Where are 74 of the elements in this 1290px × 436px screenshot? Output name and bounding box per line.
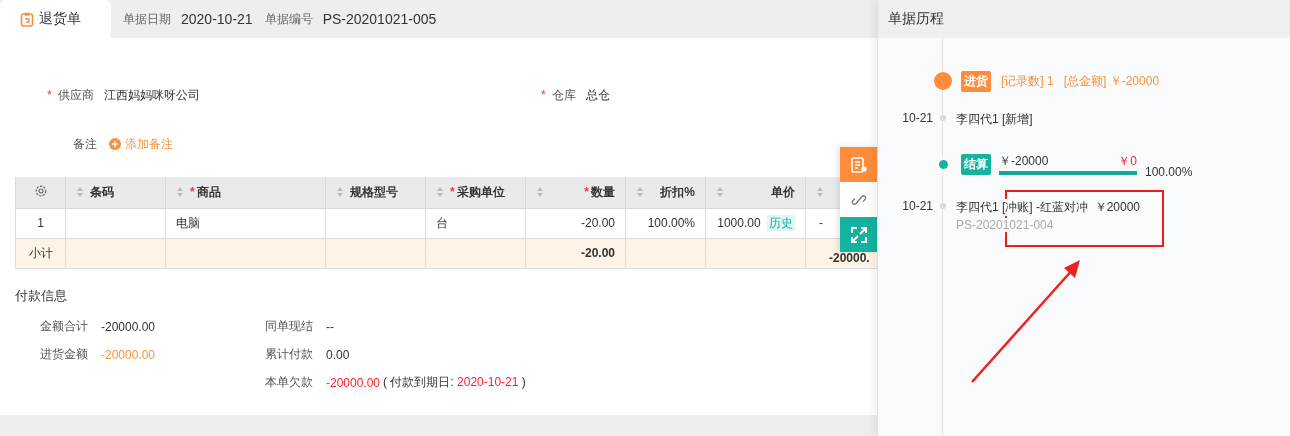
subtotal-cell: -20.00 [580, 246, 615, 260]
history-tag[interactable]: 历史 [767, 214, 795, 231]
column-label: 条码 [90, 183, 114, 201]
settlement-tag: 结算 [961, 153, 991, 175]
sort-icon[interactable] [536, 186, 544, 199]
plus-icon [109, 138, 121, 150]
column-label: 单价 [771, 183, 795, 201]
supplier-label: 供应商 [57, 86, 94, 104]
remaining-amount: ￥0 [1118, 153, 1137, 170]
entry-date: 10-21 [901, 199, 933, 213]
remark-label: 备注 [73, 135, 97, 153]
section-title: 付款信息 [15, 286, 68, 305]
expand-button[interactable] [840, 217, 877, 252]
sort-icon[interactable] [636, 186, 644, 199]
panel-header: 单据历程 [878, 0, 1290, 38]
required-mark: * [47, 88, 52, 102]
subtotal-cell: 小计 [28, 245, 53, 260]
supplier-value: 江西妈妈咪呀公司 [103, 86, 200, 104]
table-cell: 1 [37, 216, 44, 230]
payment-value: -20000.00 [326, 375, 381, 390]
timeline-dot [938, 159, 948, 169]
field-value: PS-20201021-005 [322, 11, 437, 27]
sort-icon[interactable] [816, 186, 824, 199]
payment-label: 金额合计 [40, 318, 88, 335]
add-remark-link[interactable]: 添加备注 [109, 135, 173, 153]
subtotal-cell: -20000. [829, 250, 870, 265]
field-value: 2020-10-21 [181, 11, 253, 27]
payment-label: 本单欠款 [265, 374, 313, 391]
sort-icon[interactable] [76, 186, 84, 199]
record-count: [记录数] 1 [1001, 72, 1054, 90]
table-cell: 台 [436, 215, 448, 230]
entry-text: 李四代1 [新增] [956, 111, 1033, 128]
entry-date: 10-21 [901, 111, 933, 125]
sort-icon[interactable] [176, 186, 184, 199]
payment-value: -20000.00 [101, 347, 156, 362]
clipboard-icon [20, 11, 34, 27]
sort-icon[interactable] [436, 186, 444, 199]
settings-icon[interactable] [33, 183, 48, 198]
sort-icon[interactable] [716, 186, 724, 199]
link-button[interactable] [840, 182, 877, 217]
column-label: 折扣% [660, 183, 695, 201]
due-date-note: ( 付款到期日: 2020-10-21 ) [383, 374, 526, 391]
document-tab[interactable]: 退货单 [0, 0, 111, 38]
table-cell: -20.00 [580, 216, 615, 230]
table-cell: 电脑 [176, 215, 200, 230]
timeline-dot [934, 72, 952, 90]
payment-label: 进货金额 [40, 346, 88, 363]
warehouse-label: 仓库 [551, 86, 576, 104]
warehouse-value: 总仓 [585, 86, 610, 104]
payment-value: -20000.00 [101, 319, 156, 334]
table-cell: 100.00% [647, 216, 695, 230]
payment-label: 累计付款 [265, 346, 313, 363]
payment-value: 0.00 [326, 347, 350, 362]
field-label: 单据编号 [264, 10, 313, 28]
progress-percent: 100.00% [1145, 165, 1193, 179]
entry-text: 李四代1 [冲账] -红蓝对冲 ￥20000 [956, 199, 1141, 216]
column-label: * 数量 [584, 183, 615, 201]
settled-amount: ￥-20000 [999, 153, 1049, 170]
document-number: PS-20201021-004 [956, 218, 1054, 232]
sort-icon[interactable] [336, 186, 344, 199]
column-label: 规格型号 [350, 183, 398, 201]
purchase-tag: 进货 [961, 70, 991, 92]
total-amount: [总金额] ￥-20000 [1063, 72, 1160, 90]
table-cell: 1000.00 [717, 215, 761, 230]
table-cell: - [819, 216, 823, 230]
payment-value: -- [326, 319, 334, 334]
column-label: * 商品 [190, 183, 221, 201]
note-button[interactable] [840, 147, 877, 182]
required-mark: * [541, 88, 546, 102]
note-icon [849, 155, 868, 174]
payment-label: 同单现结 [265, 318, 313, 335]
field-label: 单据日期 [123, 10, 171, 28]
column-label: * 采购单位 [450, 183, 505, 201]
expand-icon [849, 225, 868, 244]
